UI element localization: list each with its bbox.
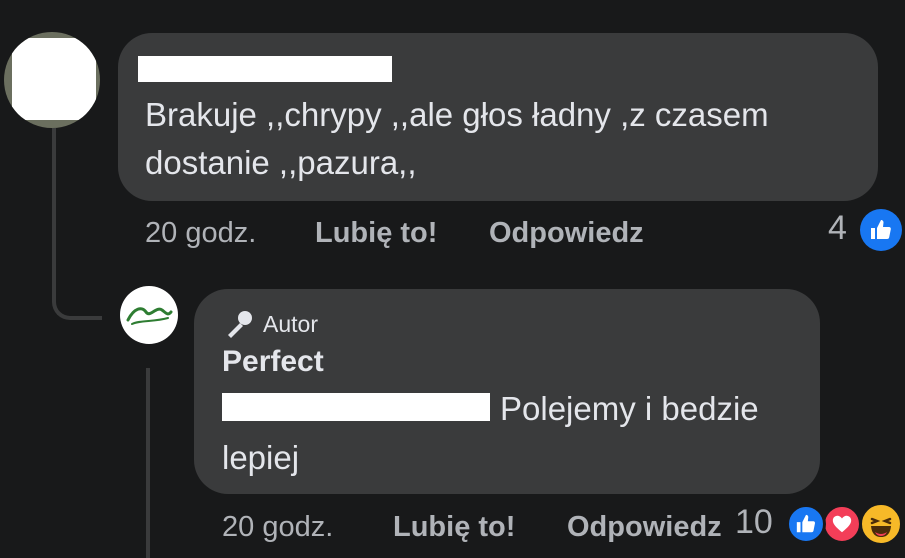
comment-timestamp[interactable]: 20 godz. [145, 217, 256, 250]
comment-reaction-count[interactable]: 4 [828, 209, 847, 248]
commenter-name-redaction [138, 56, 392, 82]
mention-redaction [222, 393, 490, 421]
love-icon [822, 504, 862, 544]
comment-text-line-1: Brakuje ,,chrypy ,,ale głos ładny ,z cza… [145, 96, 769, 133]
haha-icon [859, 502, 903, 546]
author-badge: Autor [223, 308, 318, 340]
commenter-avatar[interactable] [4, 32, 100, 128]
avatar-redaction [12, 38, 96, 120]
perfect-logo-icon [126, 307, 173, 325]
comment-text-line-2: dostanie ,,pazura,, [145, 144, 417, 181]
author-badge-label: Autor [263, 310, 318, 337]
like-icon [860, 209, 902, 251]
reply-thread-line [146, 368, 150, 558]
reply-author-name[interactable]: Perfect [222, 345, 324, 379]
reply-reaction-count[interactable]: 10 [735, 503, 773, 542]
comment-like-button[interactable]: Lubię to! [315, 217, 437, 250]
reply-text-line-1: Polejemy i bedzie [500, 390, 759, 427]
microphone-icon [228, 311, 252, 338]
reply-text-line-2: lepiej [222, 439, 300, 476]
reply-timestamp[interactable]: 20 godz. [222, 511, 333, 544]
comment-reply-button[interactable]: Odpowiedz [489, 217, 644, 250]
reply-like-button[interactable]: Lubię to! [393, 511, 515, 544]
thread-connector [52, 268, 102, 320]
like-icon [786, 504, 826, 544]
reply-reply-button[interactable]: Odpowiedz [567, 511, 722, 544]
perfect-avatar[interactable] [120, 286, 178, 344]
